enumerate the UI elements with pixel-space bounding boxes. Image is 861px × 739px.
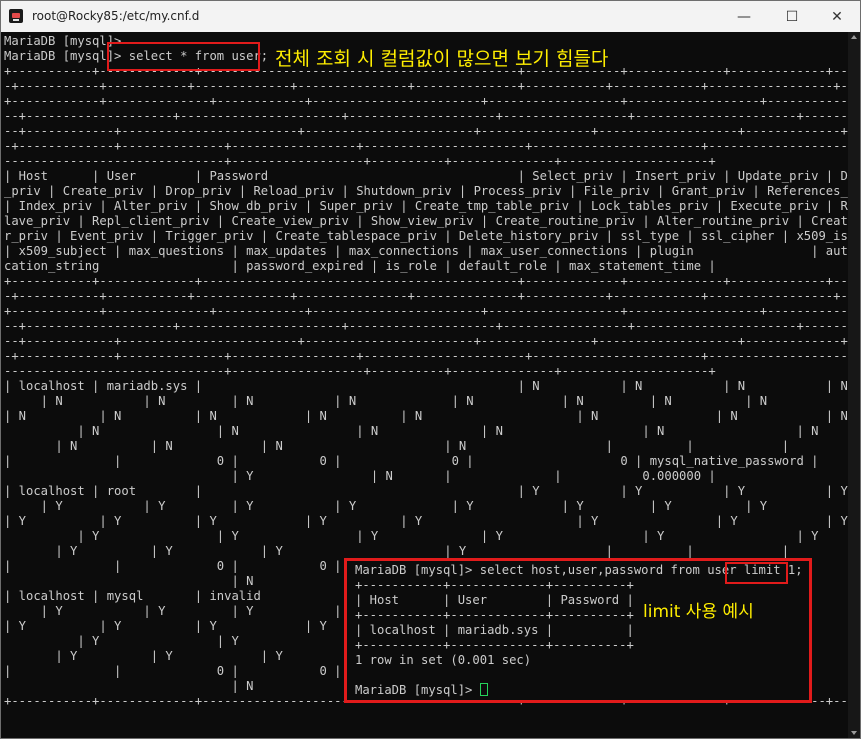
terminal-output-area[interactable]: MariaDB [mysql]> MariaDB [mysql]> select… bbox=[1, 32, 860, 738]
popup-line: +-----------+-------------+----------+ bbox=[355, 608, 634, 622]
terminal-line: --+--------------------+----------------… bbox=[4, 109, 860, 123]
terminal-line: -+-----------+-----------+-------------+… bbox=[4, 79, 860, 93]
terminal-line: --+------------+------------------------… bbox=[4, 124, 860, 138]
terminal-window: root@Rocky85:/etc/my.cnf.d — ☐ ✕ MariaDB… bbox=[0, 0, 861, 739]
terminal-line: --+------------+------------------------… bbox=[4, 334, 860, 348]
terminal-line: | Index_priv | Alter_priv | Show_db_priv… bbox=[4, 199, 860, 213]
terminal-line: | x509_subject | max_questions | max_upd… bbox=[4, 244, 860, 258]
window-title: root@Rocky85:/etc/my.cnf.d bbox=[32, 9, 200, 23]
scroll-up-arrow-icon[interactable] bbox=[851, 35, 857, 39]
terminal-line: MariaDB [mysql]> bbox=[4, 34, 122, 48]
terminal-line: lave_priv | Repl_client_priv | Create_vi… bbox=[4, 214, 860, 228]
limit-highlight-box bbox=[725, 562, 788, 584]
terminal-line: r_priv | Event_priv | Trigger_priv | Cre… bbox=[4, 229, 860, 243]
terminal-line: +-----------+-------------+-------------… bbox=[4, 274, 860, 288]
minimize-button[interactable]: — bbox=[721, 1, 767, 32]
popup-line: +-----------+-------------+----------+ bbox=[355, 638, 634, 652]
vertical-scrollbar[interactable] bbox=[848, 32, 860, 738]
limit-annotation: limit 사용 예시 bbox=[643, 602, 754, 622]
popup-line: 1 row in set (0.001 sec) bbox=[355, 653, 532, 667]
title-bar[interactable]: root@Rocky85:/etc/my.cnf.d — ☐ ✕ bbox=[1, 1, 860, 32]
popup-line: +-----------+-------------+----------+ bbox=[355, 578, 634, 592]
terminal-line: +------------+--------------+-----------… bbox=[4, 94, 860, 108]
terminal-line: -+-------------+--------------+---------… bbox=[4, 349, 860, 363]
text-cursor bbox=[479, 683, 488, 696]
terminal-line: | localhost | root | | Y | Y | Y | Y bbox=[4, 484, 848, 498]
terminal-line: | N bbox=[4, 574, 254, 588]
terminal-line: | Y | Y | Y bbox=[4, 649, 283, 663]
terminal-line: | Y | Y | Y | Y | | | bbox=[4, 544, 790, 558]
terminal-line: ------------------------------+---------… bbox=[4, 154, 716, 168]
prompt-line[interactable]: MariaDB [mysql]> bbox=[355, 683, 480, 697]
terminal-line: | Y | Y | Y | Y bbox=[4, 604, 357, 618]
terminal-line: ------------------------------+---------… bbox=[4, 364, 716, 378]
terminal-line: | Host | User | Password | Select_priv |… bbox=[4, 169, 860, 183]
terminal-line: | Y | Y | Y | Y | Y | Y | Y | Y | bbox=[4, 499, 860, 513]
terminal-line: | Y | N | | 0.000000 | bbox=[4, 469, 716, 483]
terminal-line: | N | N | N | N | N | N | N | N bbox=[4, 409, 848, 423]
query-highlight-box bbox=[107, 42, 260, 71]
terminal-line: | N | N | N | N | N | N | N | N | bbox=[4, 394, 860, 408]
terminal-line: | N | N | N | N | N | N bbox=[4, 424, 819, 438]
terminal-line: | N | N | N | N | | | bbox=[4, 439, 790, 453]
terminal-app-icon bbox=[9, 9, 23, 23]
popup-line: | Host | User | Password | bbox=[355, 593, 634, 607]
terminal-line: | Y | Y | Y bbox=[4, 634, 379, 648]
scroll-down-arrow-icon[interactable] bbox=[851, 731, 857, 735]
terminal-line: +------------+--------------+-----------… bbox=[4, 304, 860, 318]
limit-example-popup: MariaDB [mysql]> select host,user,passwo… bbox=[344, 558, 812, 703]
terminal-line: | localhost | mariadb.sys | | N | N | N … bbox=[4, 379, 848, 393]
terminal-line: -+-------------+--------------+---------… bbox=[4, 139, 860, 153]
full-query-annotation: 전체 조회 시 컬럼값이 많으면 보기 힘들다 bbox=[275, 48, 609, 70]
popup-line: | localhost | mariadb.sys | | bbox=[355, 623, 634, 637]
terminal-line: | N bbox=[4, 679, 254, 693]
terminal-line: | Y | Y | Y | Y | Y | Y bbox=[4, 529, 819, 543]
terminal-line: --+--------------------+----------------… bbox=[4, 319, 860, 333]
close-button[interactable]: ✕ bbox=[814, 1, 860, 32]
terminal-line: cation_string | password_expired | is_ro… bbox=[4, 259, 716, 273]
terminal-line: | Y | Y | Y | Y | Y | Y | Y | Y bbox=[4, 514, 848, 528]
terminal-line: | | 0 | 0 | 0 | 0 | mysql_native_passwor… bbox=[4, 454, 819, 468]
maximize-button[interactable]: ☐ bbox=[769, 1, 815, 32]
terminal-line: -+-----------+-----------+-------------+… bbox=[4, 289, 860, 303]
terminal-line: _priv | Create_priv | Drop_priv | Reload… bbox=[4, 184, 860, 198]
